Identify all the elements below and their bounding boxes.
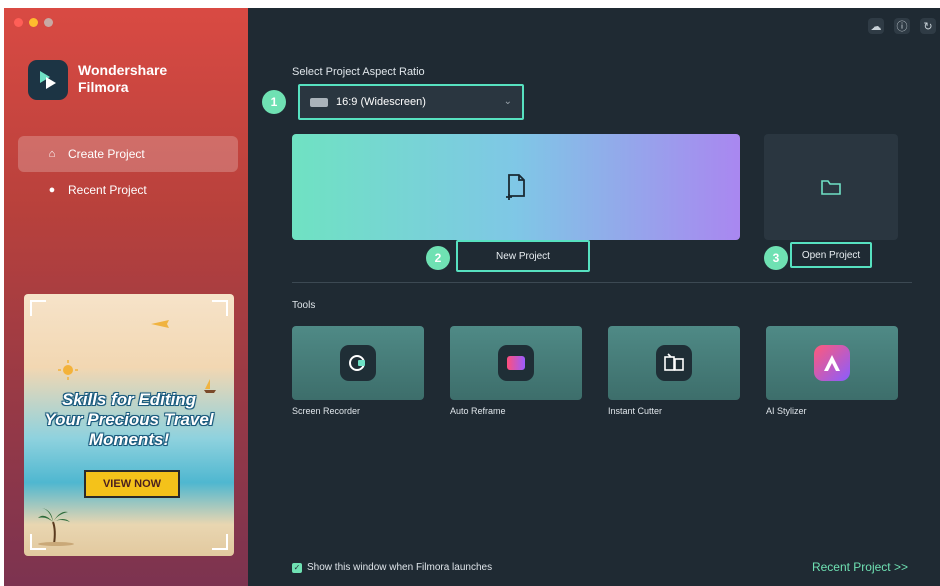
brand-line-1: Wondershare xyxy=(78,62,168,78)
filmora-start-window: Wondershare Filmora ⌂ Create Project ● R… xyxy=(4,8,940,586)
info-icon[interactable]: ⓘ xyxy=(894,18,910,34)
sidebar-item-label: Create Project xyxy=(68,147,145,161)
close-window-button[interactable] xyxy=(14,18,23,27)
show-window-toggle[interactable]: ✓ Show this window when Filmora launches xyxy=(292,562,492,573)
tool-label: AI Stylizer xyxy=(766,406,807,416)
brand-name: Wondershare Filmora xyxy=(78,62,167,96)
filmora-logo-icon xyxy=(28,60,68,100)
step-badge-2: 2 xyxy=(426,246,450,270)
banner-headline-line: Skills for Editing xyxy=(61,390,197,409)
sidebar-item-create-project[interactable]: ⌂ Create Project xyxy=(18,136,238,172)
show-window-label: Show this window when Filmora launches xyxy=(307,562,493,573)
palm-tree-icon xyxy=(38,508,74,546)
top-toolbar: ☁ ⓘ ↻ xyxy=(868,18,936,34)
open-project-button[interactable]: Open Project xyxy=(790,242,872,268)
sidebar-item-recent-project[interactable]: ● Recent Project xyxy=(18,172,238,208)
zoom-window-button[interactable] xyxy=(44,18,53,27)
brand-line-2: Filmora xyxy=(78,79,129,95)
section-divider xyxy=(292,282,912,283)
banner-headline-line: Moments! xyxy=(88,430,170,449)
airplane-icon xyxy=(151,320,169,328)
banner-corner xyxy=(30,300,46,316)
minimize-window-button[interactable] xyxy=(29,18,38,27)
refresh-icon[interactable]: ↻ xyxy=(920,18,936,34)
view-now-button[interactable]: VIEW NOW xyxy=(84,470,180,498)
tool-screen-recorder[interactable] xyxy=(292,326,424,400)
open-project-tile[interactable] xyxy=(764,134,898,240)
checkbox-checked-icon[interactable]: ✓ xyxy=(292,562,302,573)
banner-corner xyxy=(212,300,228,316)
window-controls xyxy=(14,18,53,27)
chevron-down-icon: ⌄ xyxy=(503,96,512,107)
tool-label: Auto Reframe xyxy=(450,406,506,416)
tool-instant-cutter[interactable] xyxy=(608,326,740,400)
cloud-icon[interactable]: ☁ xyxy=(868,18,884,34)
step-badge-1: 1 xyxy=(262,90,286,114)
sidebar-item-label: Recent Project xyxy=(68,183,147,197)
new-file-icon xyxy=(506,174,525,200)
promo-banner[interactable]: Skills for Editing Your Precious Travel … xyxy=(24,294,234,556)
banner-headline: Skills for Editing Your Precious Travel … xyxy=(24,390,234,450)
new-project-tile[interactable] xyxy=(292,134,740,240)
clock-icon: ● xyxy=(48,184,56,196)
tool-label: Screen Recorder xyxy=(292,406,361,416)
aspect-ratio-label: Select Project Aspect Ratio xyxy=(292,66,425,78)
tools-label: Tools xyxy=(292,300,316,311)
auto-reframe-icon xyxy=(498,345,534,381)
step-badge-3: 3 xyxy=(764,246,788,270)
sun-icon xyxy=(58,360,78,380)
home-icon: ⌂ xyxy=(48,148,56,160)
tool-ai-stylizer[interactable] xyxy=(766,326,898,400)
sidebar: Wondershare Filmora ⌂ Create Project ● R… xyxy=(4,8,248,586)
aspect-ratio-select[interactable]: 16:9 (Widescreen) ⌄ xyxy=(298,84,524,120)
ai-stylizer-icon xyxy=(814,345,850,381)
new-project-button[interactable]: New Project xyxy=(456,240,590,272)
aspect-ratio-value: 16:9 (Widescreen) xyxy=(336,96,426,108)
tool-label: Instant Cutter xyxy=(608,406,663,416)
banner-corner xyxy=(212,534,228,550)
widescreen-icon xyxy=(310,97,328,107)
screen-recorder-icon xyxy=(340,345,376,381)
tool-auto-reframe[interactable] xyxy=(450,326,582,400)
folder-icon xyxy=(821,180,841,195)
banner-headline-line: Your Precious Travel xyxy=(44,410,214,429)
instant-cutter-icon xyxy=(656,345,692,381)
recent-project-link[interactable]: Recent Project >> xyxy=(812,560,908,574)
